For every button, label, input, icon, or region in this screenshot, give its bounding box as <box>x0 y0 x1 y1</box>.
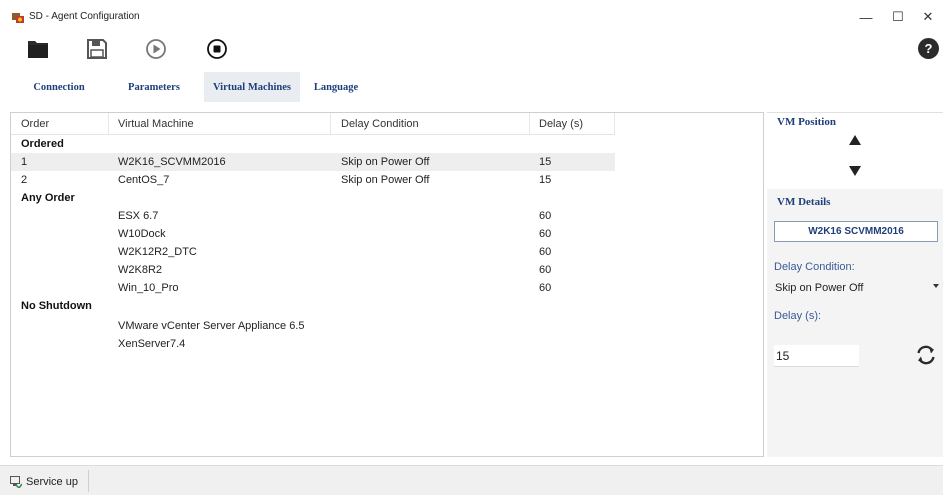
cell-condition: Skip on Power Off <box>341 174 430 186</box>
cell-delay: 15 <box>539 174 552 186</box>
cell-vm: ESX 6.7 <box>118 210 159 222</box>
save-icon <box>87 39 107 59</box>
vm-grid[interactable]: Order Virtual Machine Delay Condition De… <box>10 112 764 457</box>
grid-header: Order Virtual Machine Delay Condition De… <box>11 113 615 135</box>
selected-vm-name: W2K16 SCVMM2016 <box>774 221 938 242</box>
cell-order: 1 <box>21 156 28 168</box>
column-header-delay-condition[interactable]: Delay Condition <box>341 118 419 130</box>
open-button[interactable] <box>25 36 51 62</box>
cell-vm: XenServer7.4 <box>118 338 186 350</box>
group-header-no-shutdown: No Shutdown <box>11 297 615 315</box>
cell-condition: Skip on Power Off <box>341 156 430 168</box>
move-down-icon[interactable] <box>849 166 861 176</box>
cell-vm: W2K8R2 <box>118 264 163 276</box>
status-text: Service up <box>26 476 78 488</box>
group-header-ordered: Ordered <box>11 135 615 153</box>
cell-vm: W10Dock <box>118 228 166 240</box>
column-divider[interactable] <box>614 113 615 135</box>
column-divider[interactable] <box>108 113 109 135</box>
maximize-icon: ☐ <box>892 9 904 24</box>
column-header-delay[interactable]: Delay (s) <box>539 118 583 130</box>
maximize-button[interactable]: ☐ <box>885 6 911 28</box>
cell-vm: CentOS_7 <box>118 174 170 186</box>
toolbar: ? <box>0 34 943 68</box>
status-divider <box>88 470 89 492</box>
cell-vm: W2K12R2_DTC <box>118 246 197 258</box>
stop-button[interactable] <box>204 36 230 62</box>
stop-icon <box>207 39 227 59</box>
window-title: SD - Agent Configuration <box>29 11 140 22</box>
vm-details-title: VM Details <box>777 196 831 208</box>
tab-strip: Connection Parameters Virtual Machines L… <box>14 72 372 102</box>
delay-label: Delay (s): <box>774 310 822 322</box>
close-button[interactable]: ✕ <box>915 6 941 28</box>
table-row[interactable]: VMware vCenter Server Appliance 6.5 <box>11 317 615 335</box>
table-row[interactable]: W2K12R2_DTC 60 <box>11 243 615 261</box>
table-row[interactable]: W2K8R2 60 <box>11 261 615 279</box>
delay-condition-value: Skip on Power Off <box>775 282 864 294</box>
help-icon: ? <box>924 41 933 56</box>
table-row[interactable]: 1 W2K16_SCVMM2016 Skip on Power Off 15 <box>11 153 615 171</box>
minimize-icon: — <box>859 9 873 25</box>
cell-vm: W2K16_SCVMM2016 <box>118 156 226 168</box>
cell-delay: 60 <box>539 246 552 258</box>
cell-order: 2 <box>21 174 28 186</box>
column-divider[interactable] <box>529 113 530 135</box>
folder-icon <box>28 41 48 58</box>
cell-delay: 60 <box>539 264 552 276</box>
service-status-icon <box>10 476 22 488</box>
delay-condition-label: Delay Condition: <box>774 261 855 273</box>
chevron-down-icon <box>933 284 939 288</box>
vm-details-panel: VM Details W2K16 SCVMM2016 Delay Conditi… <box>767 189 943 457</box>
column-divider[interactable] <box>330 113 331 135</box>
cell-delay: 60 <box>539 228 552 240</box>
status-bar: Service up <box>0 465 943 495</box>
tab-parameters[interactable]: Parameters <box>104 72 204 102</box>
column-header-order[interactable]: Order <box>21 118 49 130</box>
refresh-icon[interactable] <box>914 343 938 367</box>
tab-virtual-machines[interactable]: Virtual Machines <box>204 72 300 102</box>
table-row[interactable]: 2 CentOS_7 Skip on Power Off 15 <box>11 171 615 189</box>
table-row[interactable]: W10Dock 60 <box>11 225 615 243</box>
start-button[interactable] <box>143 36 169 62</box>
play-icon <box>146 39 166 59</box>
table-row[interactable]: XenServer7.4 <box>11 335 615 353</box>
vm-position-title: VM Position <box>777 116 836 128</box>
help-button[interactable]: ? <box>918 38 939 59</box>
close-icon: ✕ <box>922 9 934 24</box>
table-row[interactable]: ESX 6.7 60 <box>11 207 615 225</box>
delay-condition-select[interactable]: Skip on Power Off <box>774 279 943 297</box>
save-button[interactable] <box>84 36 110 62</box>
group-label: No Shutdown <box>21 300 92 312</box>
app-icon <box>12 13 24 23</box>
cell-vm: VMware vCenter Server Appliance 6.5 <box>118 320 305 332</box>
tab-connection[interactable]: Connection <box>14 72 104 102</box>
delay-input[interactable]: 15 <box>774 345 859 367</box>
cell-delay: 15 <box>539 156 552 168</box>
cell-delay: 60 <box>539 210 552 222</box>
cell-vm: Win_10_Pro <box>118 282 179 294</box>
cell-delay: 60 <box>539 282 552 294</box>
move-up-icon[interactable] <box>849 135 861 145</box>
column-header-vm[interactable]: Virtual Machine <box>118 118 194 130</box>
group-label: Ordered <box>21 138 64 150</box>
group-header-any-order: Any Order <box>11 189 615 207</box>
minimize-button[interactable]: — <box>853 6 879 28</box>
vm-position-panel: VM Position <box>767 112 943 187</box>
tab-language[interactable]: Language <box>300 72 372 102</box>
title-bar: SD - Agent Configuration — ☐ ✕ <box>0 0 943 34</box>
group-label: Any Order <box>21 192 75 204</box>
table-row[interactable]: Win_10_Pro 60 <box>11 279 615 297</box>
